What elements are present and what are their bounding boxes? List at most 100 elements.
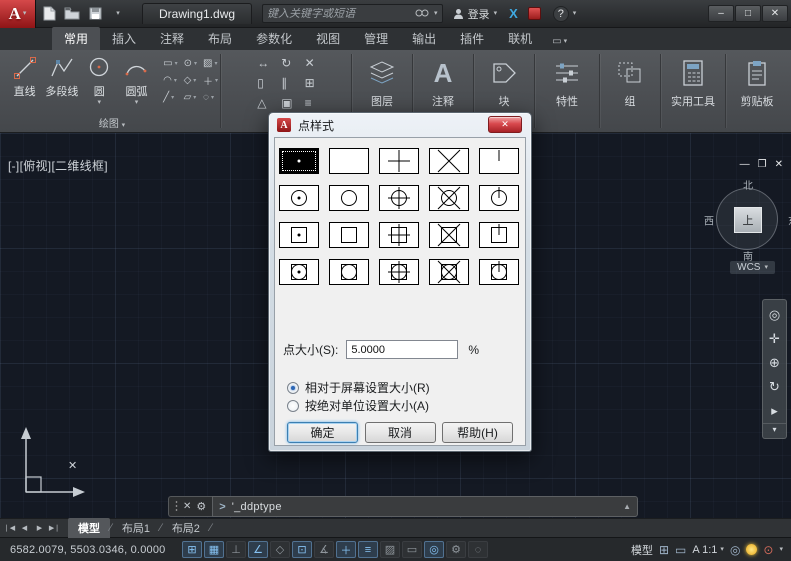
tab-layout2[interactable]: 布局2 [162, 518, 210, 538]
point-style-circle-dot[interactable] [279, 185, 319, 211]
prev-tab-icon[interactable]: ◀ [17, 524, 32, 532]
annotation-scale-button[interactable]: A 1:1 ▾ [692, 544, 724, 556]
chevron-down-icon[interactable]: ▾ [135, 99, 139, 106]
circle-tool[interactable]: 圆 ▾ [81, 55, 118, 106]
selection-cycling-icon[interactable]: ▭ [402, 541, 422, 558]
annotation-monitor-icon[interactable]: ◎ [424, 541, 444, 558]
help-button[interactable]: ? [552, 5, 569, 22]
wcs-dropdown[interactable]: WCS ▾ [730, 261, 775, 274]
tab-view[interactable]: 视图 [304, 27, 352, 50]
first-tab-icon[interactable]: ❘◀ [2, 524, 17, 532]
move-icon[interactable]: ↔ [257, 56, 269, 70]
groups-panel[interactable]: 组 [602, 50, 658, 132]
object-snap-tracking-icon[interactable]: ∡ [314, 541, 334, 558]
radio-relative-to-screen[interactable]: 相对于屏幕设置大小(R) [287, 379, 430, 396]
help-dropdown-icon[interactable]: ▾ [573, 10, 577, 17]
tab-addins[interactable]: 插件 [448, 27, 496, 50]
new-file-button[interactable] [39, 4, 59, 24]
point-icon[interactable]: ＋ ▾ [203, 73, 218, 88]
tab-layout1[interactable]: 布局1 [112, 518, 160, 538]
signin-button[interactable]: 登录 ▾ [453, 6, 497, 22]
radio-unselected-icon[interactable] [287, 399, 299, 412]
point-style-circle-square-tick[interactable] [479, 259, 519, 285]
point-style-dot[interactable] [279, 148, 319, 174]
offset-icon[interactable]: ∥ [281, 76, 292, 90]
ok-button[interactable]: 确定 [287, 422, 358, 443]
point-style-circle-square-plus[interactable] [379, 259, 419, 285]
viewcube-top-face[interactable]: 上 [734, 207, 762, 233]
object-snap-icon[interactable]: ⊡ [292, 541, 312, 558]
cancel-button[interactable]: 取消 [364, 422, 436, 443]
show-motion-icon[interactable]: ▸ [764, 399, 785, 423]
line-tool[interactable]: 直线 [6, 55, 43, 99]
hatch-icon[interactable]: ▨ ▾ [203, 58, 218, 69]
rotate-icon[interactable]: ↻ [281, 56, 292, 70]
spline-icon[interactable]: ◠ ▾ [163, 73, 177, 88]
ribbon-options-button[interactable]: ▭ ▾ [544, 33, 575, 50]
mirror-icon[interactable]: △ [257, 96, 269, 110]
doc-restore-icon[interactable]: ❐ [758, 159, 767, 170]
quick-view-layouts-icon[interactable]: ⊞ [659, 543, 669, 557]
dynamic-input-icon[interactable]: ＋ [336, 541, 356, 558]
tab-online[interactable]: 联机 [496, 27, 544, 50]
tab-layout[interactable]: 布局 [196, 27, 244, 50]
doc-close-icon[interactable]: ✕ [775, 159, 783, 170]
polar-tracking-icon[interactable]: ∠ [248, 541, 268, 558]
application-menu-button[interactable]: A ▾ [0, 0, 36, 28]
open-file-button[interactable] [62, 4, 82, 24]
restore-button[interactable]: □ [735, 5, 761, 22]
zoom-icon[interactable]: ⊕ [764, 351, 785, 375]
visual-style-control[interactable]: [二维线框] [51, 159, 107, 173]
point-style-blank[interactable] [329, 148, 369, 174]
array-icon[interactable]: ⊞ [305, 76, 315, 90]
orbit-icon[interactable]: ↻ [764, 375, 785, 399]
dialog-close-button[interactable]: ✕ [488, 116, 522, 133]
viewport-menu-control[interactable]: [-] [8, 159, 20, 173]
radio-selected-icon[interactable] [287, 381, 299, 394]
grid-display-icon[interactable]: ▦ [204, 541, 224, 558]
polygon-icon[interactable]: ◇ ▾ [184, 73, 197, 88]
arc-tool[interactable]: 圆弧 ▾ [118, 55, 155, 106]
minimize-button[interactable]: – [708, 5, 734, 22]
donut-icon[interactable]: ◌ ▾ [203, 92, 218, 103]
point-style-square-cross[interactable] [429, 222, 469, 248]
next-tab-icon[interactable]: ▶ [32, 524, 47, 532]
scale-icon[interactable]: ▯ [257, 76, 269, 90]
trim-icon[interactable]: ▣ [281, 96, 292, 110]
point-style-circle-blank[interactable] [329, 185, 369, 211]
tab-model[interactable]: 模型 [68, 518, 110, 538]
a360-icon[interactable] [527, 7, 541, 20]
search-icon[interactable] [415, 8, 429, 19]
rectangle-icon[interactable]: ▭ ▾ [163, 58, 177, 69]
search-input[interactable] [267, 7, 408, 20]
point-style-square-plus[interactable] [379, 222, 419, 248]
point-style-circle-cross[interactable] [429, 185, 469, 211]
view-control[interactable]: [俯视] [20, 159, 52, 173]
compass-north[interactable]: 北 [743, 177, 753, 192]
explode-icon[interactable]: ≡ [305, 96, 315, 110]
status-menu-icon[interactable]: ▾ [779, 546, 783, 553]
last-tab-icon[interactable]: ▶❘ [47, 524, 62, 532]
lightbulb-icon[interactable] [746, 544, 758, 555]
tab-output[interactable]: 输出 [400, 27, 448, 50]
xline-icon[interactable]: ╱ ▾ [163, 92, 177, 103]
command-close-icon[interactable]: ✕ [183, 501, 191, 512]
point-style-circle-square-blank[interactable] [329, 259, 369, 285]
point-style-plus[interactable] [379, 148, 419, 174]
command-history-icon[interactable]: ▲ [623, 502, 631, 511]
tab-manage[interactable]: 管理 [352, 27, 400, 50]
coordinates-readout[interactable]: 6582.0079, 5503.0346, 0.0000 [4, 544, 182, 556]
save-button[interactable] [85, 4, 105, 24]
snap-mode-icon[interactable]: ⊞ [182, 541, 202, 558]
pan-icon[interactable]: ✛ [764, 327, 785, 351]
doc-minimize-icon[interactable]: — [740, 159, 750, 170]
tab-home[interactable]: 常用 [52, 27, 101, 50]
lineweight-icon[interactable]: ≡ [358, 541, 378, 558]
point-style-cross[interactable] [429, 148, 469, 174]
chevron-down-icon[interactable]: ▾ [97, 99, 101, 106]
point-style-tick[interactable] [479, 148, 519, 174]
point-style-circle-square-cross[interactable] [429, 259, 469, 285]
region-icon[interactable]: ▱ ▾ [184, 92, 197, 103]
ortho-mode-icon[interactable]: ⊥ [226, 541, 246, 558]
compass-west[interactable]: 西 [704, 213, 714, 228]
